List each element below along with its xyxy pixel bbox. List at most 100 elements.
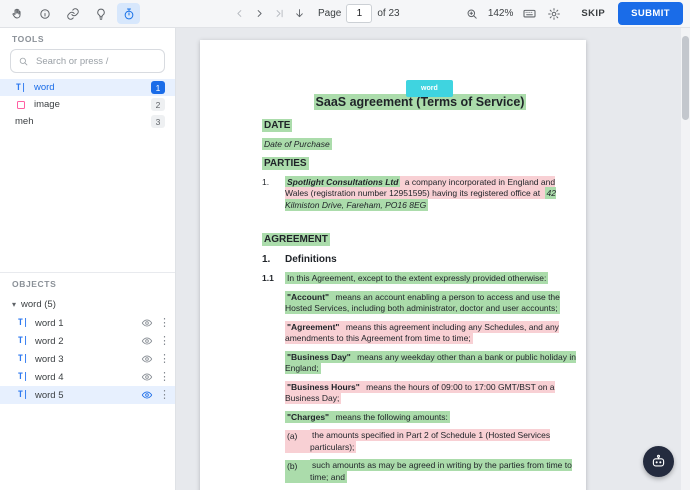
down-icon bbox=[293, 7, 306, 20]
visibility-eye-icon[interactable] bbox=[141, 389, 153, 401]
objects-list: T|word 1⋮T|word 2⋮T|word 3⋮T|word 4⋮T|wo… bbox=[0, 314, 175, 404]
annotation-tag[interactable]: word bbox=[406, 80, 453, 97]
object-label: word 4 bbox=[35, 372, 135, 383]
tool-item-word[interactable]: T|word1 bbox=[0, 79, 175, 96]
annotation-region[interactable]: PARTIES bbox=[262, 157, 309, 170]
last-icon bbox=[273, 7, 286, 20]
visibility-eye-icon[interactable] bbox=[141, 353, 153, 365]
page-label: Page bbox=[318, 8, 341, 19]
vertical-scrollbar[interactable] bbox=[681, 28, 690, 490]
doc-numbered-block: 1.Definitions bbox=[262, 253, 578, 266]
object-item[interactable]: T| word 4 ⋮ bbox=[0, 368, 175, 386]
search-input[interactable] bbox=[34, 55, 157, 68]
nav-buttons-group bbox=[230, 5, 308, 23]
object-item[interactable]: T| word 1 ⋮ bbox=[0, 314, 175, 332]
submit-button[interactable]: SUBMIT bbox=[618, 2, 683, 25]
object-menu-icon[interactable]: ⋮ bbox=[159, 318, 166, 329]
annotation-region[interactable]: DATE bbox=[262, 119, 292, 132]
annotation-region[interactable]: AGREEMENT bbox=[262, 233, 330, 246]
definition-block: "Charges" means the following amounts: bbox=[285, 412, 578, 424]
text-segment: Definitions bbox=[285, 254, 337, 265]
definition-block: "Business Day" means any weekday other t… bbox=[285, 352, 578, 375]
definition-block: "Agreement" means this agreement includi… bbox=[285, 322, 578, 345]
lightbulb-tool-button[interactable] bbox=[89, 3, 112, 24]
annotation-region[interactable]: "Business Hours" bbox=[285, 381, 362, 393]
word-tool-icon: T| bbox=[17, 390, 29, 400]
sidebar: TOOLS T|word1image2meh3 OBJECTS ▾ word (… bbox=[0, 28, 176, 490]
object-group-word[interactable]: ▾ word (5) bbox=[0, 296, 175, 312]
object-menu-icon[interactable]: ⋮ bbox=[159, 336, 166, 347]
object-item[interactable]: T|word 5⋮ bbox=[0, 386, 175, 404]
zoom-icon[interactable] bbox=[463, 5, 481, 23]
page-number-input[interactable] bbox=[346, 4, 372, 23]
image-tool-icon bbox=[15, 101, 27, 109]
annotation-tools-group bbox=[5, 3, 140, 24]
object-menu-icon[interactable]: ⋮ bbox=[159, 354, 166, 365]
item-body: the amounts specified in Part 2 of Sched… bbox=[310, 430, 578, 453]
document-page: word SaaS agreement (Terms of Service)DA… bbox=[200, 40, 586, 490]
tool-search-box[interactable] bbox=[10, 49, 165, 73]
annotation-region[interactable]: such amounts as may be agreed in writing… bbox=[310, 459, 572, 483]
last-page-button[interactable] bbox=[270, 5, 288, 23]
annotation-region[interactable]: "Agreement" bbox=[285, 321, 341, 333]
assistant-bot-button[interactable] bbox=[643, 446, 674, 477]
tool-label: word bbox=[34, 82, 144, 93]
item-letter: (a) bbox=[285, 430, 310, 453]
skip-button[interactable]: SKIP bbox=[575, 4, 611, 23]
zoom-level[interactable]: 142% bbox=[488, 8, 514, 19]
next-page-button[interactable] bbox=[250, 5, 268, 23]
hand-tool-button[interactable] bbox=[5, 3, 28, 24]
word-tool-icon: T| bbox=[17, 318, 29, 328]
timer-tool-button[interactable] bbox=[117, 3, 140, 24]
spacer bbox=[262, 218, 578, 234]
tool-shortcut-badge: 2 bbox=[151, 98, 165, 111]
visibility-eye-icon[interactable] bbox=[141, 371, 153, 383]
annotation-region[interactable]: "Business Day" bbox=[285, 351, 353, 363]
word-tool-icon: T| bbox=[17, 372, 29, 382]
scrollbar-thumb[interactable] bbox=[682, 36, 689, 120]
annotation-region[interactable]: Spotlight Consultations Ltd bbox=[285, 176, 400, 188]
keyboard-shortcuts-icon[interactable] bbox=[520, 5, 538, 23]
visibility-eye-icon[interactable] bbox=[141, 335, 153, 347]
link-tool-button[interactable] bbox=[61, 3, 84, 24]
robot-icon bbox=[650, 453, 667, 470]
annotation-region[interactable]: "Charges" bbox=[285, 411, 331, 423]
annotation-region[interactable]: "Account" bbox=[285, 291, 331, 303]
hand-tool-icon bbox=[10, 7, 24, 21]
scroll-down-button[interactable] bbox=[290, 5, 308, 23]
doc-heading: PARTIES bbox=[262, 158, 578, 170]
objects-panel: OBJECTS ▾ word (5) T|word 1⋮T|word 2⋮T|w… bbox=[0, 272, 175, 404]
definition-block: "Business Hours" means the hours of 09:0… bbox=[285, 382, 578, 405]
item-body: such amounts as may be agreed in writing… bbox=[310, 460, 578, 483]
tool-item-image[interactable]: image2 bbox=[0, 96, 175, 113]
visibility-eye-icon[interactable] bbox=[141, 317, 153, 329]
settings-gear-icon[interactable] bbox=[545, 5, 563, 23]
annotation-region[interactable]: the amounts specified in Part 2 of Sched… bbox=[310, 429, 550, 453]
prev-icon bbox=[233, 7, 246, 20]
object-menu-icon[interactable]: ⋮ bbox=[159, 390, 166, 401]
page-count: of 23 bbox=[377, 8, 399, 19]
lettered-item: (a)the amounts specified in Part 2 of Sc… bbox=[285, 430, 578, 453]
chevron-down-icon[interactable]: ▾ bbox=[12, 300, 16, 309]
object-item[interactable]: T|word 2⋮ bbox=[0, 332, 175, 350]
annotation-region[interactable]: Date of Purchase bbox=[262, 138, 332, 150]
info-tool-button[interactable] bbox=[33, 3, 56, 24]
object-item[interactable]: T|word 3⋮ bbox=[0, 350, 175, 368]
tool-item-meh[interactable]: meh3 bbox=[0, 113, 175, 130]
clause-number: 1. bbox=[262, 253, 285, 266]
doc-numbered-block: 1.1In this Agreement, except to the exte… bbox=[262, 273, 578, 285]
object-menu-icon[interactable]: ⋮ bbox=[159, 372, 166, 383]
clause-body: In this Agreement, except to the extent … bbox=[285, 273, 578, 285]
item-letter: (b) bbox=[285, 460, 310, 483]
object-label: word 3 bbox=[35, 354, 135, 365]
annotation-region[interactable]: means the following amounts: bbox=[331, 411, 450, 423]
annotation-region[interactable]: In this Agreement, except to the extent … bbox=[285, 272, 548, 284]
top-toolbar: Page of 23 142% SKIP SUBMIT bbox=[0, 0, 690, 28]
tool-label: meh bbox=[15, 116, 144, 127]
timer-tool-icon bbox=[122, 7, 136, 21]
definition-block: "Account" means an account enabling a pe… bbox=[285, 292, 578, 315]
clause-body: Definitions bbox=[285, 253, 578, 266]
link-tool-icon bbox=[66, 7, 80, 21]
object-label: word 1 bbox=[35, 318, 135, 329]
previous-page-button[interactable] bbox=[230, 5, 248, 23]
